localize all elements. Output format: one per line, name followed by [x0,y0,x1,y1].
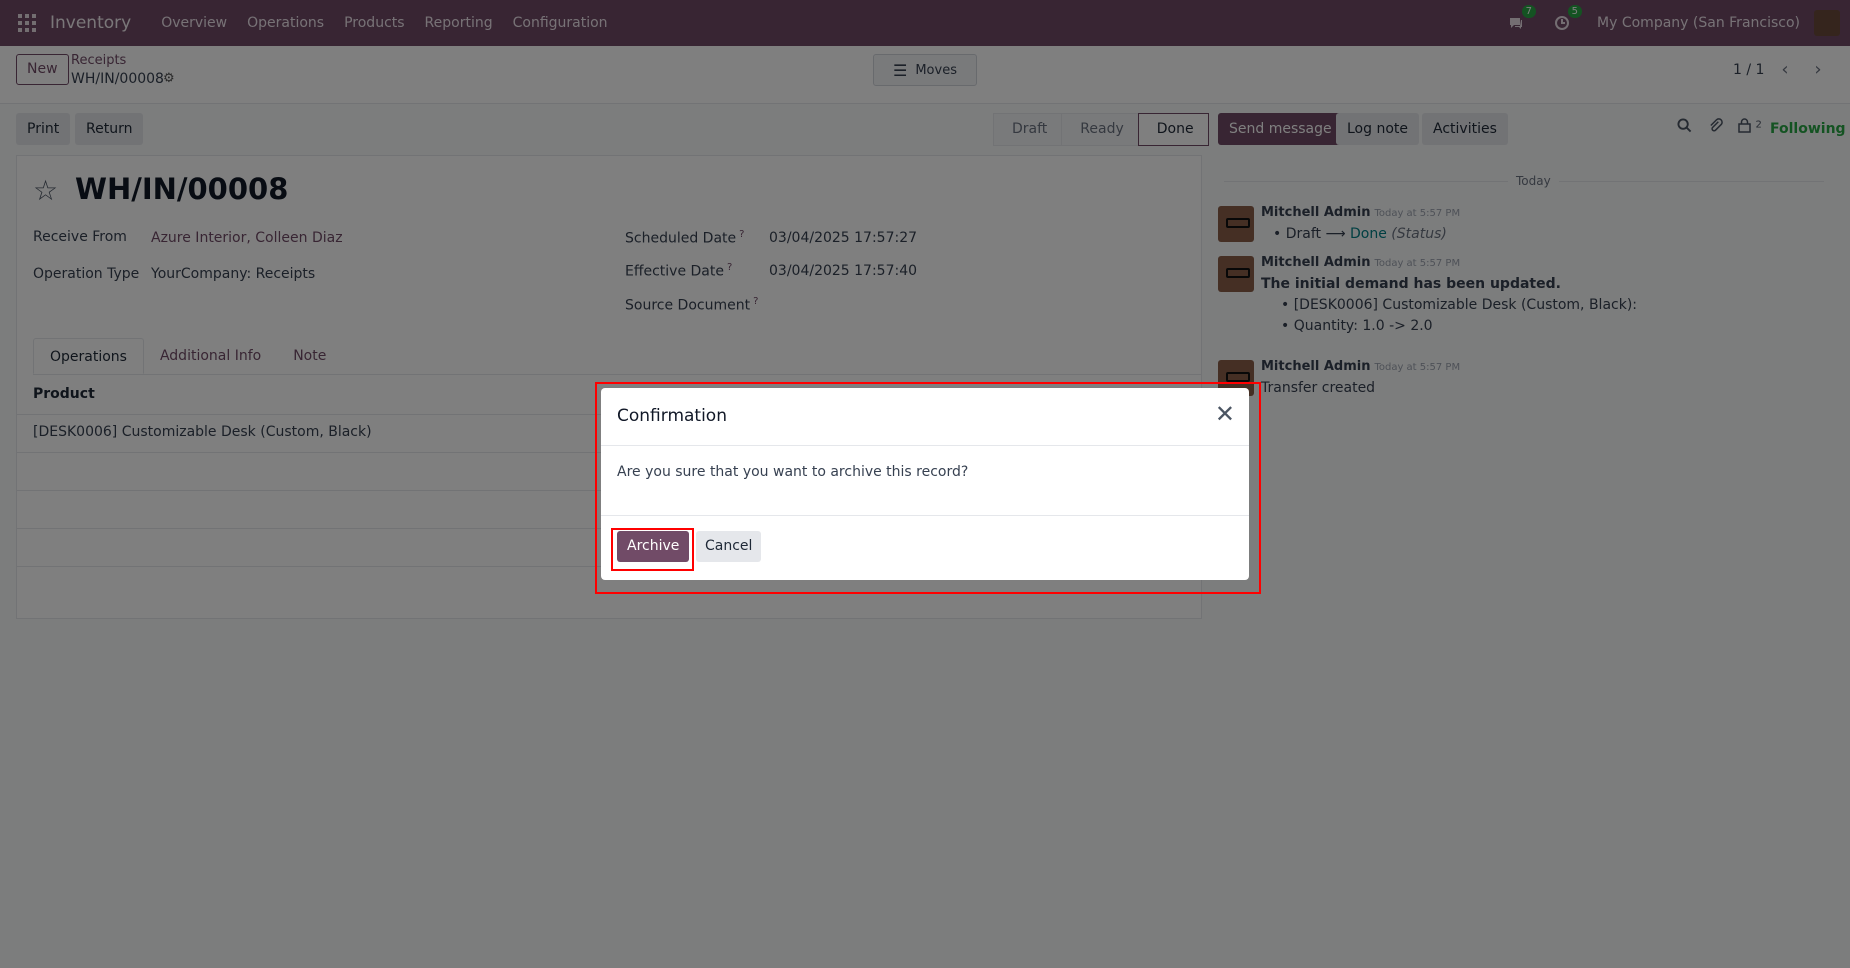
highlight-box-archive [611,528,694,571]
highlight-box-dialog [595,382,1261,594]
